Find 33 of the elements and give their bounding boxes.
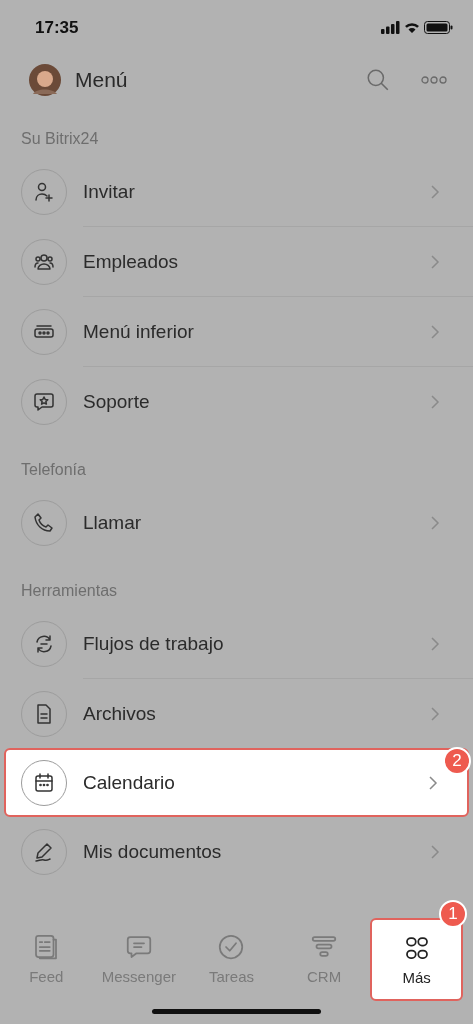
signal-icon [381,21,400,34]
chevron-icon [430,705,440,722]
chevron-icon [430,183,440,200]
avatar[interactable] [29,64,61,96]
menu-item[interactable]: Invitar [0,157,473,226]
chevron-icon [430,253,440,270]
section-title: Herramientas [20,581,119,601]
wifi-icon [405,22,419,33]
menu-item[interactable]: Menú inferior [0,297,473,366]
phone-icon [32,510,56,535]
menu-item[interactable]: Mis documentos [0,817,473,886]
chevron-icon [430,393,440,410]
chevron-icon [428,774,438,791]
chevron-icon [430,635,440,652]
section-title: Su Bitrix24 [20,129,100,149]
menu-title: Menú [75,68,129,92]
status-time: 17:35 [35,17,79,38]
chevron-icon [430,514,440,531]
menu-item[interactable]: Llamar [0,488,473,557]
menu-item[interactable]: Flujos de trabajo [0,609,473,678]
section-title: Telefonía [20,460,87,480]
menu-item[interactable]: Soporte [0,367,473,436]
chevron-icon [430,843,440,860]
battery-icon [424,21,453,34]
tab[interactable]: Más [370,918,463,1001]
menu-item[interactable]: Empleados [0,227,473,296]
chevron-icon [430,323,440,340]
step-badge: 1 [438,900,467,928]
menu-item[interactable]: Archivos [0,679,473,748]
step-badge: 2 [443,747,471,775]
calendar-icon [32,770,56,795]
more-icon[interactable] [421,75,447,85]
search-icon[interactable] [365,67,391,93]
